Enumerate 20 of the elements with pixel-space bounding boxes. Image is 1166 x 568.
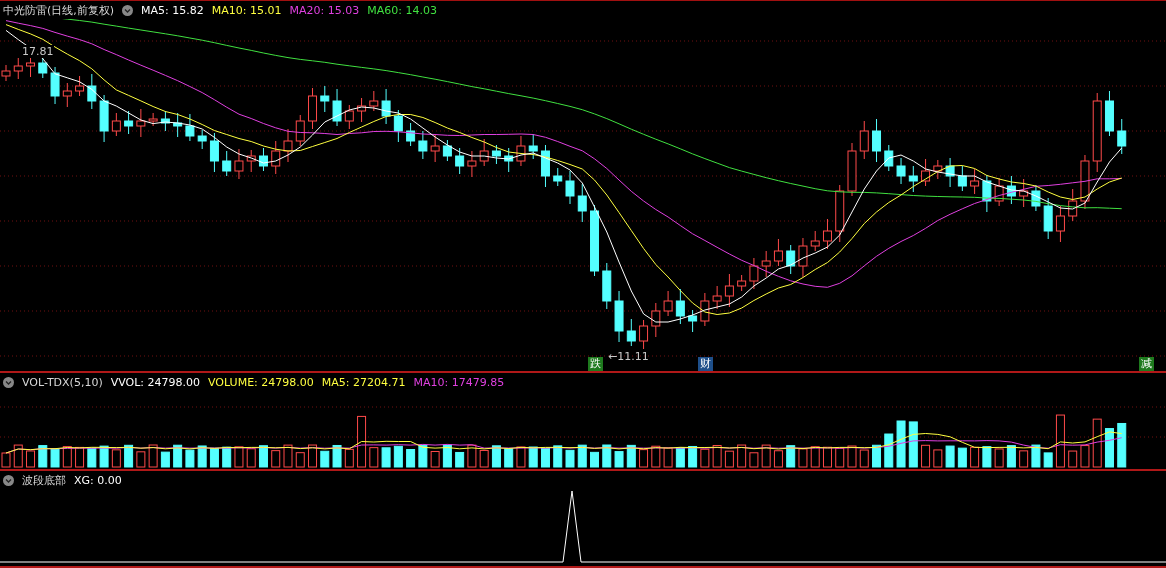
indicator-value: MA5: 27204.71 [321,375,406,389]
collapse-icon[interactable] [3,376,14,388]
chart-title: 中光防雷(日线,前复权) [3,2,115,18]
collapse-icon[interactable] [122,4,134,16]
indicator-value: MA10: 15.01 [211,3,282,17]
low-price-label: ←11.11 [608,350,649,363]
event-tag[interactable]: 财 [697,357,713,371]
indicator-title: VOL-TDX(5,10) [22,375,103,389]
indicator-value: XG: 0.00 [74,474,122,487]
indicator-value: MA10: 17479.85 [413,375,505,389]
indicator-value: MA5: 15.82 [141,3,204,17]
event-tag[interactable]: 减 [1139,357,1155,371]
collapse-icon[interactable] [3,475,14,486]
indicator-value: VOLUME: 24798.00 [208,375,314,389]
indicator-value: VVOL: 24798.00 [110,375,201,389]
indicator-value: MA60: 14.03 [367,3,437,17]
indicator-title: 波段底部 [22,473,66,488]
high-price-label: 17.81 [22,45,54,58]
event-tag[interactable]: 跌 [587,357,603,371]
indicator-value: MA20: 15.03 [289,3,360,17]
